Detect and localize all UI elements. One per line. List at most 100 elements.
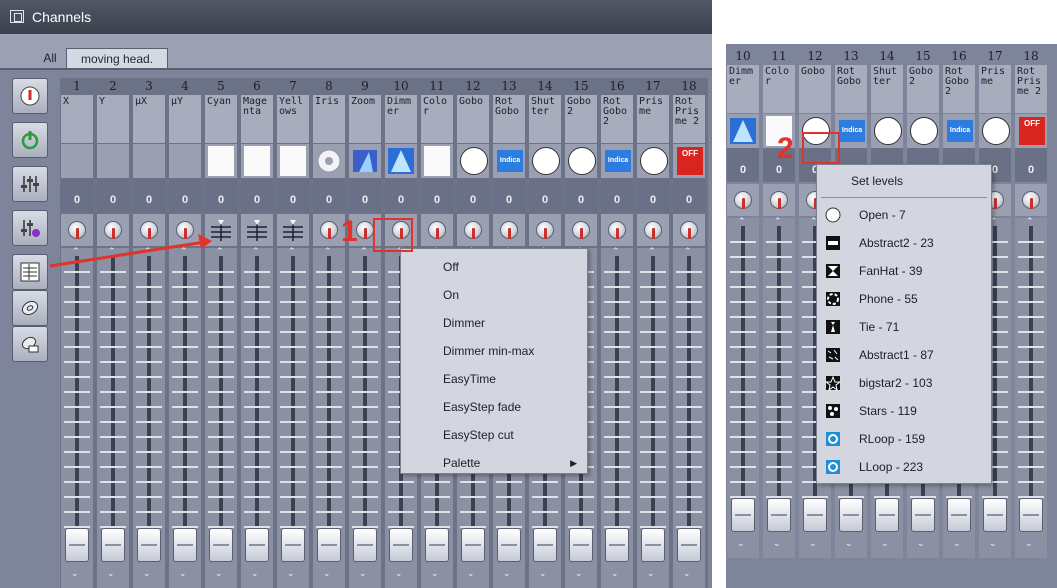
set-levels-item[interactable]: Open - 7 — [817, 201, 991, 229]
fader-down-icon[interactable]: ⌄ — [323, 568, 331, 579]
channel-knob-cell[interactable] — [763, 184, 795, 216]
channel-fader[interactable]: ⌃⌄ — [97, 246, 129, 588]
fader-down-icon[interactable]: ⌄ — [539, 568, 547, 579]
channel-knob[interactable] — [464, 221, 482, 239]
channel-fader[interactable]: ⌃⌄ — [169, 246, 201, 588]
channel-knob[interactable] — [1022, 191, 1040, 209]
fader-down-icon[interactable]: ⌄ — [503, 568, 511, 579]
fader-down-icon[interactable]: ⌄ — [215, 568, 223, 579]
fader-thumb[interactable] — [605, 528, 629, 562]
fader-thumb[interactable] — [947, 498, 971, 532]
context-menu-item[interactable]: Dimmer min-max — [401, 337, 587, 365]
context-menu-item[interactable]: EasyStep cut — [401, 421, 587, 449]
fader-thumb[interactable] — [209, 528, 233, 562]
set-levels-item[interactable]: LLoop - 223 — [817, 453, 991, 481]
channel-knob-cell[interactable] — [1015, 184, 1047, 216]
set-levels-item[interactable]: Abstract1 - 87 — [817, 341, 991, 369]
sliders-icon[interactable] — [243, 217, 271, 243]
fader-thumb[interactable] — [677, 528, 701, 562]
fader-thumb[interactable] — [173, 528, 197, 562]
channel-knob[interactable] — [356, 221, 374, 239]
fader-down-icon[interactable]: ⌄ — [251, 568, 259, 579]
fader-thumb[interactable] — [101, 528, 125, 562]
fader-down-icon[interactable]: ⌄ — [989, 538, 997, 549]
knob-tool-button[interactable] — [12, 78, 48, 114]
channel-knob-cell[interactable] — [727, 184, 759, 216]
channel-knob[interactable] — [644, 221, 662, 239]
channel-fader[interactable]: ⌃⌄ — [637, 246, 669, 588]
fader-down-icon[interactable]: ⌄ — [71, 568, 79, 579]
fader-down-icon[interactable]: ⌄ — [917, 538, 925, 549]
channel-knob-cell[interactable] — [457, 214, 489, 246]
fader-thumb[interactable] — [425, 528, 449, 562]
fader-down-icon[interactable]: ⌄ — [809, 538, 817, 549]
fader-down-icon[interactable]: ⌄ — [773, 538, 781, 549]
fader-thumb[interactable] — [497, 528, 521, 562]
tab-all[interactable]: All — [30, 48, 70, 68]
channel-fader[interactable]: ⌃⌄ — [763, 216, 795, 558]
fader-thumb[interactable] — [317, 528, 341, 562]
palette-edit-tool-button[interactable] — [12, 326, 48, 362]
context-menu-item[interactable]: Dimmer — [401, 309, 587, 337]
fader-down-icon[interactable]: ⌄ — [611, 568, 619, 579]
channel-fader[interactable]: ⌃⌄ — [313, 246, 345, 588]
channel-knob-cell[interactable] — [565, 214, 597, 246]
channel-knob-cell[interactable] — [601, 214, 633, 246]
channel-knob[interactable] — [320, 221, 338, 239]
fader-down-icon[interactable]: ⌄ — [953, 538, 961, 549]
fader-thumb[interactable] — [839, 498, 863, 532]
fader-down-icon[interactable]: ⌄ — [395, 568, 403, 579]
fader-thumb[interactable] — [533, 528, 557, 562]
set-levels-item[interactable]: RLoop - 159 — [817, 425, 991, 453]
fader-down-icon[interactable]: ⌄ — [179, 568, 187, 579]
context-menu-item[interactable]: Palette — [401, 449, 587, 477]
channel-fader[interactable]: ⌃⌄ — [727, 216, 759, 558]
fader-down-icon[interactable]: ⌄ — [359, 568, 367, 579]
set-levels-item[interactable]: Abstract2 - 23 — [817, 229, 991, 257]
set-levels-item[interactable]: bigstar2 - 103 — [817, 369, 991, 397]
channel-fader[interactable]: ⌃⌄ — [205, 246, 237, 588]
fader-thumb[interactable] — [65, 528, 89, 562]
fader-thumb[interactable] — [875, 498, 899, 532]
channel-knob-cell[interactable] — [277, 214, 309, 246]
fader-down-icon[interactable]: ⌄ — [845, 538, 853, 549]
context-menu-item[interactable]: Off — [401, 253, 587, 281]
fader-thumb[interactable] — [803, 498, 827, 532]
channel-knob[interactable] — [572, 221, 590, 239]
fader-down-icon[interactable]: ⌄ — [881, 538, 889, 549]
channel-fader[interactable]: ⌃⌄ — [277, 246, 309, 588]
channel-knob[interactable] — [734, 191, 752, 209]
fader-thumb[interactable] — [281, 528, 305, 562]
fader-thumb[interactable] — [461, 528, 485, 562]
fader-down-icon[interactable]: ⌄ — [107, 568, 115, 579]
channel-knob[interactable] — [500, 221, 518, 239]
channel-knob-cell[interactable] — [421, 214, 453, 246]
channel-knob[interactable] — [770, 191, 788, 209]
channel-fader[interactable]: ⌃⌄ — [673, 246, 705, 588]
channel-knob[interactable] — [680, 221, 698, 239]
context-menu-item[interactable]: On — [401, 281, 587, 309]
channel-knob-cell[interactable] — [673, 214, 705, 246]
power-tool-button[interactable] — [12, 122, 48, 158]
set-levels-title[interactable]: Set levels — [817, 167, 991, 195]
fader-down-icon[interactable]: ⌄ — [143, 568, 151, 579]
fader-thumb[interactable] — [1019, 498, 1043, 532]
channel-knob[interactable] — [428, 221, 446, 239]
fader-down-icon[interactable]: ⌄ — [575, 568, 583, 579]
context-menu-item[interactable]: EasyTime — [401, 365, 587, 393]
fader-thumb[interactable] — [569, 528, 593, 562]
fader-down-icon[interactable]: ⌄ — [467, 568, 475, 579]
fader-thumb[interactable] — [137, 528, 161, 562]
fader-thumb[interactable] — [641, 528, 665, 562]
channel-knob-cell[interactable] — [637, 214, 669, 246]
set-levels-item[interactable]: Phone - 55 — [817, 285, 991, 313]
fader-thumb[interactable] — [245, 528, 269, 562]
channel-fader[interactable]: ⌃⌄ — [61, 246, 93, 588]
sliders-tool-button[interactable] — [12, 166, 48, 202]
channel-fader[interactable]: ⌃⌄ — [1015, 216, 1047, 558]
channel-knob-cell[interactable] — [493, 214, 525, 246]
channel-fader[interactable]: ⌃⌄ — [133, 246, 165, 588]
fader-down-icon[interactable]: ⌄ — [431, 568, 439, 579]
channel-knob[interactable] — [608, 221, 626, 239]
sliders-icon[interactable] — [279, 217, 307, 243]
